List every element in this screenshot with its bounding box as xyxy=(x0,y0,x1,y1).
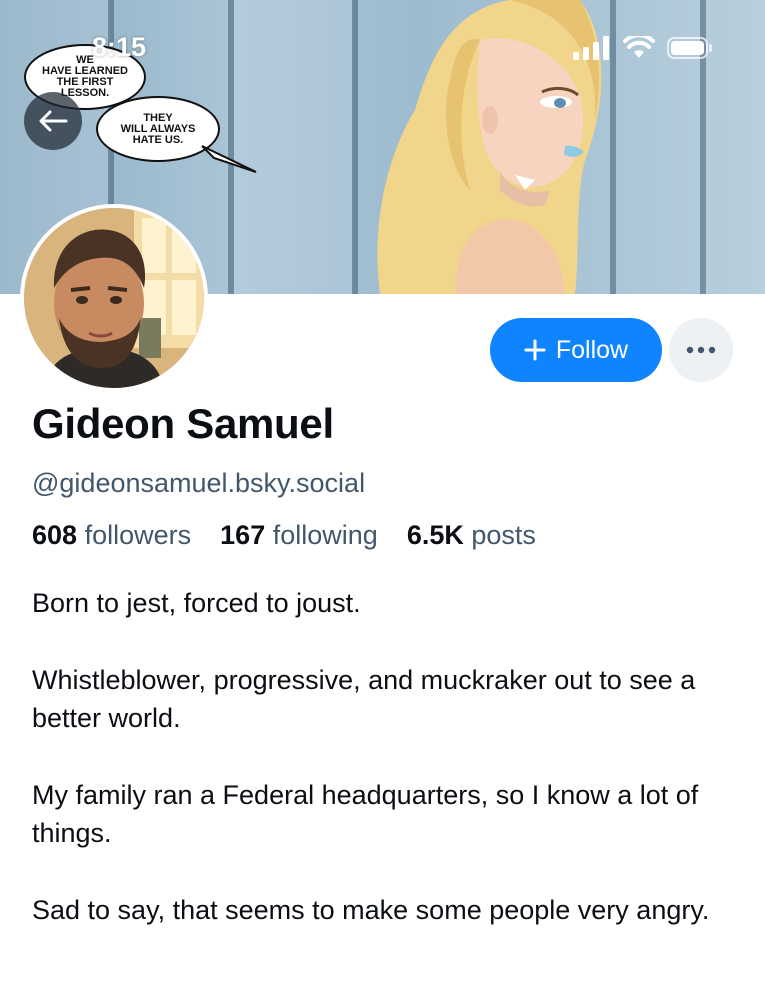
posts-count: 6.5K xyxy=(406,520,464,550)
bio-paragraph: Sad to say, that seems to make some peop… xyxy=(32,895,710,925)
followers-link[interactable]: 608 followers xyxy=(32,520,199,550)
profile-name: Gideon Samuel xyxy=(32,400,334,447)
followers-label: followers xyxy=(84,520,192,550)
wifi-icon xyxy=(623,36,655,58)
status-time: 8:15 xyxy=(92,32,147,62)
posts-label: posts xyxy=(471,520,536,550)
more-options-button[interactable] xyxy=(669,318,733,382)
speech-bubble-tail xyxy=(201,145,257,173)
avatar-image xyxy=(24,208,204,388)
plus-icon xyxy=(524,339,546,361)
back-button[interactable] xyxy=(24,92,82,150)
following-count: 167 xyxy=(220,520,266,550)
follow-button-label: Follow xyxy=(555,335,629,364)
follow-button[interactable]: Follow xyxy=(490,318,662,382)
back-arrow-icon xyxy=(39,110,68,132)
following-link[interactable]: 167 following xyxy=(220,520,385,550)
signal-icon xyxy=(573,36,609,60)
bio-paragraph: Whistleblower, progressive, and muckrake… xyxy=(32,665,696,733)
status-icons xyxy=(573,36,713,60)
more-icon xyxy=(686,346,716,354)
profile-bio: Born to jest, forced to joust. Whistlebl… xyxy=(32,584,737,968)
following-label: following xyxy=(272,520,378,550)
avatar[interactable] xyxy=(20,204,208,392)
followers-count: 608 xyxy=(32,520,78,550)
bio-paragraph: Born to jest, forced to joust. xyxy=(32,588,361,618)
bio-paragraph: My family ran a Federal headquarters, so… xyxy=(32,780,699,848)
battery-icon xyxy=(667,37,712,59)
posts-stat: 6.5K posts xyxy=(407,520,536,550)
profile-stats: 608 followers 167 following 6.5K posts xyxy=(32,520,536,551)
profile-handle: @gideonsamuel.bsky.social xyxy=(32,468,366,498)
